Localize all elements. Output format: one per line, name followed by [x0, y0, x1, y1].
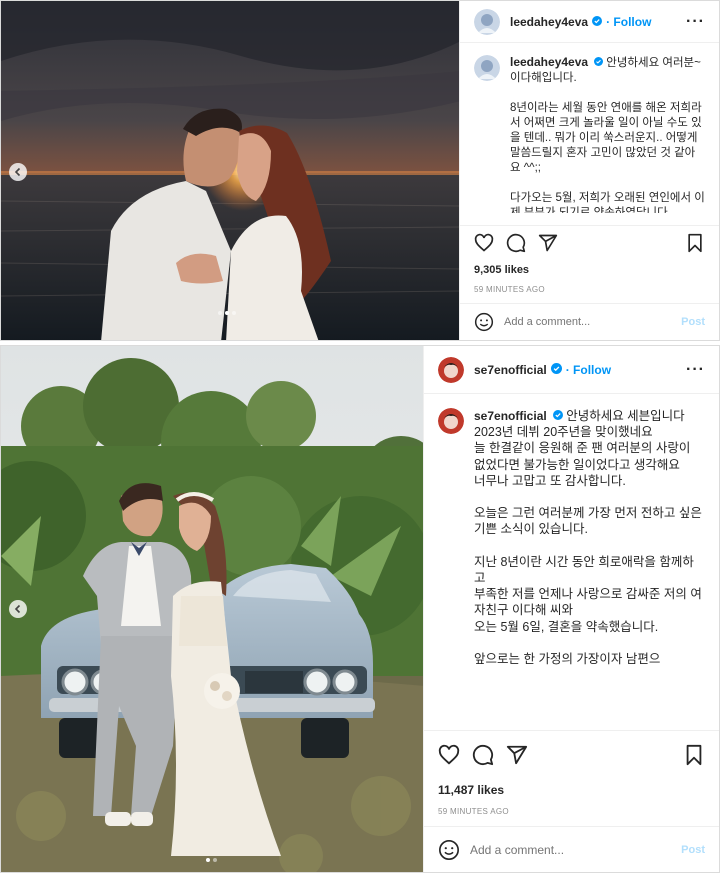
- username-link[interactable]: leedahey4eva: [510, 15, 588, 29]
- heart-icon[interactable]: [474, 233, 494, 253]
- carousel-dot: [218, 311, 222, 315]
- avatar[interactable]: [474, 55, 500, 81]
- post-timestamp: 59 MINUTES AGO: [438, 807, 509, 816]
- follow-button[interactable]: · Follow: [566, 363, 611, 377]
- carousel-dot-active: [206, 858, 210, 862]
- post-card-2: se7enofficial · Follow ··· se7enofficial…: [0, 345, 720, 873]
- verified-badge-icon: [594, 57, 604, 66]
- bookmark-icon[interactable]: [685, 233, 705, 253]
- share-icon[interactable]: [538, 233, 558, 253]
- caption-body: 안녕하세요 세븐입니다 2023년 데뷔 20주년을 맞이했네요 늘 한결같이 …: [474, 409, 702, 667]
- comment-icon[interactable]: [472, 744, 494, 766]
- emoji-icon[interactable]: [438, 839, 460, 861]
- caption-text: leedahey4eva 안녕하세요 여러분~ 이다해입니다. 8년이라는 세월…: [510, 55, 705, 213]
- post-comment-button[interactable]: Post: [681, 844, 705, 856]
- caption-row: se7enofficial 안녕하세요 세븐입니다 2023년 데뷔 20주년을…: [424, 408, 719, 726]
- comment-icon[interactable]: [506, 233, 526, 253]
- likes-count[interactable]: 11,487 likes: [438, 783, 705, 797]
- comment-input[interactable]: [470, 842, 682, 857]
- username-link[interactable]: se7enofficial: [474, 363, 547, 377]
- comment-input[interactable]: [504, 316, 682, 328]
- bookmark-icon[interactable]: [683, 744, 705, 766]
- post-timestamp: 59 MINUTES AGO: [474, 285, 545, 294]
- more-options-icon[interactable]: ···: [686, 13, 705, 31]
- post-photo-sunset-couple[interactable]: [1, 1, 461, 340]
- caption-username[interactable]: se7enofficial: [474, 409, 547, 423]
- carousel-dots: [206, 858, 217, 862]
- carousel-dots: [218, 311, 236, 315]
- follow-button[interactable]: · Follow: [606, 15, 651, 29]
- carousel-dot-active: [225, 311, 229, 315]
- carousel-dot: [232, 311, 236, 315]
- comment-bar: Post: [460, 303, 719, 340]
- caption-username[interactable]: leedahey4eva: [510, 55, 588, 69]
- chevron-left-icon: [14, 604, 21, 614]
- emoji-icon[interactable]: [474, 312, 494, 332]
- carousel-prev-button[interactable]: [9, 163, 27, 181]
- chevron-left-icon: [14, 167, 21, 177]
- likes-count[interactable]: 9,305 likes: [474, 264, 705, 276]
- verified-badge-icon: [550, 361, 562, 379]
- caption-body: 안녕하세요 여러분~ 이다해입니다. 8년이라는 세월 동안 연애를 해온 저희…: [510, 57, 705, 213]
- avatar[interactable]: [438, 408, 464, 434]
- avatar[interactable]: [438, 356, 464, 383]
- caption-text: se7enofficial 안녕하세요 세븐입니다 2023년 데뷔 20주년을…: [474, 408, 705, 726]
- post-side-panel: se7enofficial · Follow ··· se7enofficial…: [423, 346, 719, 872]
- post-actions: 11,487 likes 59 MINUTES AGO: [424, 730, 719, 826]
- avatar[interactable]: [474, 8, 500, 35]
- action-icons: [474, 228, 705, 258]
- heart-icon[interactable]: [438, 744, 460, 766]
- share-icon[interactable]: [506, 744, 528, 766]
- comment-bar: Post: [424, 826, 719, 872]
- follow-label: Follow: [573, 362, 612, 377]
- verified-badge-icon: [592, 13, 603, 31]
- post-actions: 9,305 likes 59 MINUTES AGO: [460, 225, 719, 305]
- post-header: leedahey4eva · Follow ···: [460, 1, 719, 43]
- post-header: se7enofficial · Follow ···: [424, 346, 719, 394]
- caption-row: leedahey4eva 안녕하세요 여러분~ 이다해입니다. 8년이라는 세월…: [460, 55, 719, 213]
- carousel-prev-button[interactable]: [9, 600, 27, 618]
- follow-label: Follow: [613, 14, 652, 29]
- post-side-panel: leedahey4eva · Follow ··· leedahey4eva 안…: [459, 1, 719, 340]
- verified-badge-icon: [552, 410, 563, 420]
- carousel-dot: [213, 858, 217, 862]
- more-options-icon[interactable]: ···: [686, 361, 705, 379]
- post-photo-wedding-car[interactable]: [1, 346, 425, 872]
- action-icons: [438, 735, 705, 775]
- post-card-1: leedahey4eva · Follow ··· leedahey4eva 안…: [0, 0, 720, 341]
- post-comment-button[interactable]: Post: [681, 316, 705, 328]
